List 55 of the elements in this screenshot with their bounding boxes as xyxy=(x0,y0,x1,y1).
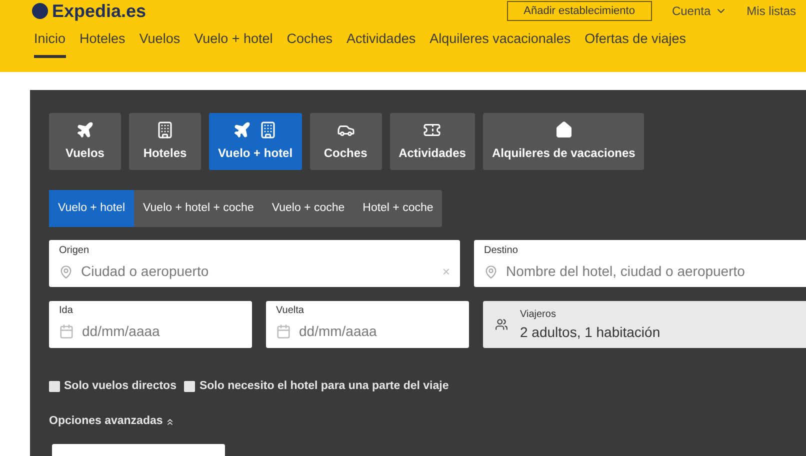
add-property-button[interactable]: Añadir establecimiento xyxy=(506,1,652,21)
destination-field[interactable]: Destino Nombre del hotel, ciudad o aeropuerto xyxy=(474,240,806,287)
logo: Expedia.es xyxy=(52,1,146,21)
advanced-options-toggle[interactable]: Opciones avanzadas xyxy=(49,413,175,430)
origin-input[interactable]: Ciudad o aeropuerto xyxy=(81,261,381,282)
sub-tab[interactable]: Hotel + coche xyxy=(354,190,442,227)
nav-link[interactable]: Alquileres vacacionales xyxy=(430,29,571,58)
destination-input[interactable]: Nombre del hotel, ciudad o aeropuerto xyxy=(506,261,796,282)
nav-link[interactable]: Hoteles xyxy=(80,29,126,58)
product-tab[interactable]: Vuelo + hotel xyxy=(209,113,302,170)
product-tab[interactable]: Hoteles xyxy=(129,113,201,170)
location-pin-icon xyxy=(59,264,73,278)
date-input[interactable]: dd/mm/aaaa xyxy=(82,321,232,342)
location-pin-icon xyxy=(484,264,498,278)
ticket-icon xyxy=(423,121,442,139)
field-label: Ida xyxy=(59,304,73,318)
date-field[interactable]: Ida dd/mm/aaaa xyxy=(49,301,252,348)
checkbox-label: Solo vuelos directos xyxy=(64,379,176,394)
chevrons-up-icon xyxy=(164,416,175,427)
lists-link[interactable]: Mis listas xyxy=(746,2,796,20)
calendar-icon xyxy=(59,324,74,339)
building-icon xyxy=(259,121,278,139)
plane-icon xyxy=(76,121,94,139)
date-input[interactable]: dd/mm/aaaa xyxy=(299,321,449,342)
building-icon xyxy=(156,121,174,139)
field-label: Viajeros xyxy=(520,308,556,322)
origin-field[interactable]: Origen Ciudad o aeropuerto × xyxy=(49,240,460,287)
checkbox[interactable] xyxy=(184,381,196,392)
product-tab[interactable]: Coches xyxy=(310,113,382,170)
product-tab[interactable]: Vuelos xyxy=(49,113,121,170)
field-label: Origen xyxy=(59,244,90,258)
plane-icon xyxy=(233,121,252,139)
travelers-selector[interactable]: Viajeros 2 adultos, 1 habitación xyxy=(483,301,806,348)
checkbox-label: Solo necesito el hotel para una parte del viaje xyxy=(199,379,449,394)
sub-tab[interactable]: Vuelo + hotel + coche xyxy=(134,190,263,227)
nav-link[interactable]: Vuelo + hotel xyxy=(194,29,273,58)
date-field[interactable]: Vuelta dd/mm/aaaa xyxy=(266,301,469,348)
account-menu[interactable]: Cuenta xyxy=(672,2,727,20)
nav-link[interactable]: Vuelos xyxy=(139,29,180,58)
checkbox[interactable] xyxy=(49,381,60,392)
field-label: Vuelta xyxy=(276,304,304,318)
travelers-value: 2 adultos, 1 habitación xyxy=(520,322,660,342)
field-label: Destino xyxy=(484,244,518,258)
sub-tab[interactable]: Vuelo + coche xyxy=(262,190,354,227)
nav-link[interactable]: Inicio xyxy=(34,29,66,58)
people-icon xyxy=(495,318,508,331)
sub-tab[interactable]: Vuelo + hotel xyxy=(49,190,134,227)
nav-link[interactable]: Ofertas de viajes xyxy=(584,29,686,58)
nav-link[interactable]: Coches xyxy=(286,29,333,58)
calendar-icon xyxy=(276,324,291,339)
nav-link[interactable]: Actividades xyxy=(346,29,416,58)
logo-icon xyxy=(32,3,48,19)
house-icon xyxy=(554,121,573,139)
product-tab[interactable]: Alquileres de vacaciones xyxy=(482,113,644,170)
product-tab[interactable]: Actividades xyxy=(390,113,475,170)
